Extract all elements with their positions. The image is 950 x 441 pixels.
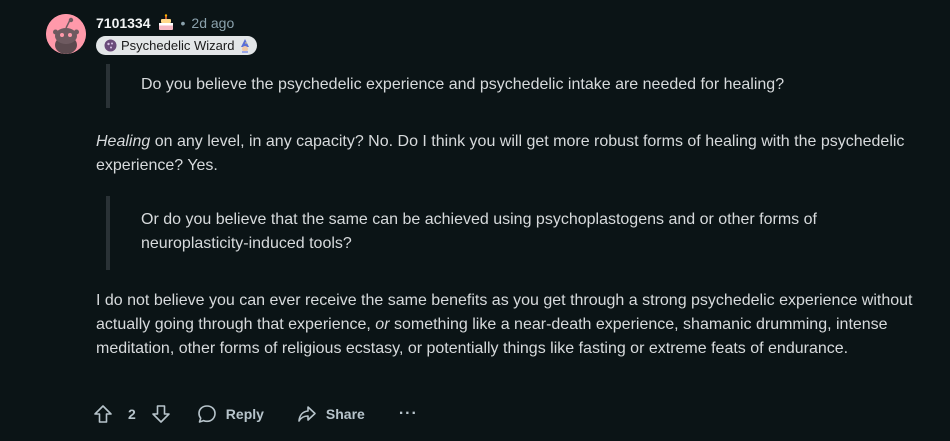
paragraph: I do not believe you can ever receive th… [96, 289, 926, 361]
blockquote: Or do you believe that the same can be a… [106, 196, 921, 270]
comment-actions: 2 Reply Share ··· [92, 400, 418, 428]
avatar[interactable] [46, 14, 86, 54]
flair-label: Psychedelic Wizard [121, 38, 235, 53]
thread-line[interactable] [65, 58, 66, 441]
cake-icon [157, 14, 175, 32]
mushroom-icon [104, 39, 117, 52]
share-label: Share [325, 406, 365, 422]
reply-label: Reply [225, 406, 264, 422]
vote-controls: 2 [92, 403, 172, 425]
vote-count: 2 [128, 406, 136, 422]
emphasis-text: Healing [96, 133, 151, 150]
emphasis-text: or [375, 316, 390, 333]
username[interactable]: 7101334 [96, 15, 151, 31]
reply-button[interactable]: Reply [196, 403, 264, 425]
comment: 7101334 • 2d ago Psychedelic Wizard Do y… [0, 0, 950, 441]
comment-bubble-icon [196, 403, 218, 425]
ellipsis-icon: ··· [398, 405, 418, 422]
quote-text: Or do you believe that the same can be a… [141, 211, 817, 252]
wizard-icon [238, 39, 251, 53]
more-options-button[interactable]: ··· [399, 405, 418, 423]
timestamp[interactable]: 2d ago [191, 15, 234, 31]
snoo-avatar-icon [46, 14, 86, 54]
paragraph-text: on any level, in any capacity? No. Do I … [96, 133, 905, 174]
downvote-icon[interactable] [150, 403, 172, 425]
separator-dot: • [180, 15, 186, 31]
share-icon [296, 403, 318, 425]
share-button[interactable]: Share [296, 403, 365, 425]
user-flair: Psychedelic Wizard [96, 36, 258, 55]
upvote-icon[interactable] [92, 403, 114, 425]
blockquote: Do you believe the psychedelic experienc… [106, 64, 784, 108]
comment-header: 7101334 • 2d ago [96, 13, 234, 33]
quote-text: Do you believe the psychedelic experienc… [141, 76, 785, 93]
paragraph: Healing on any level, in any capacity? N… [96, 130, 916, 178]
